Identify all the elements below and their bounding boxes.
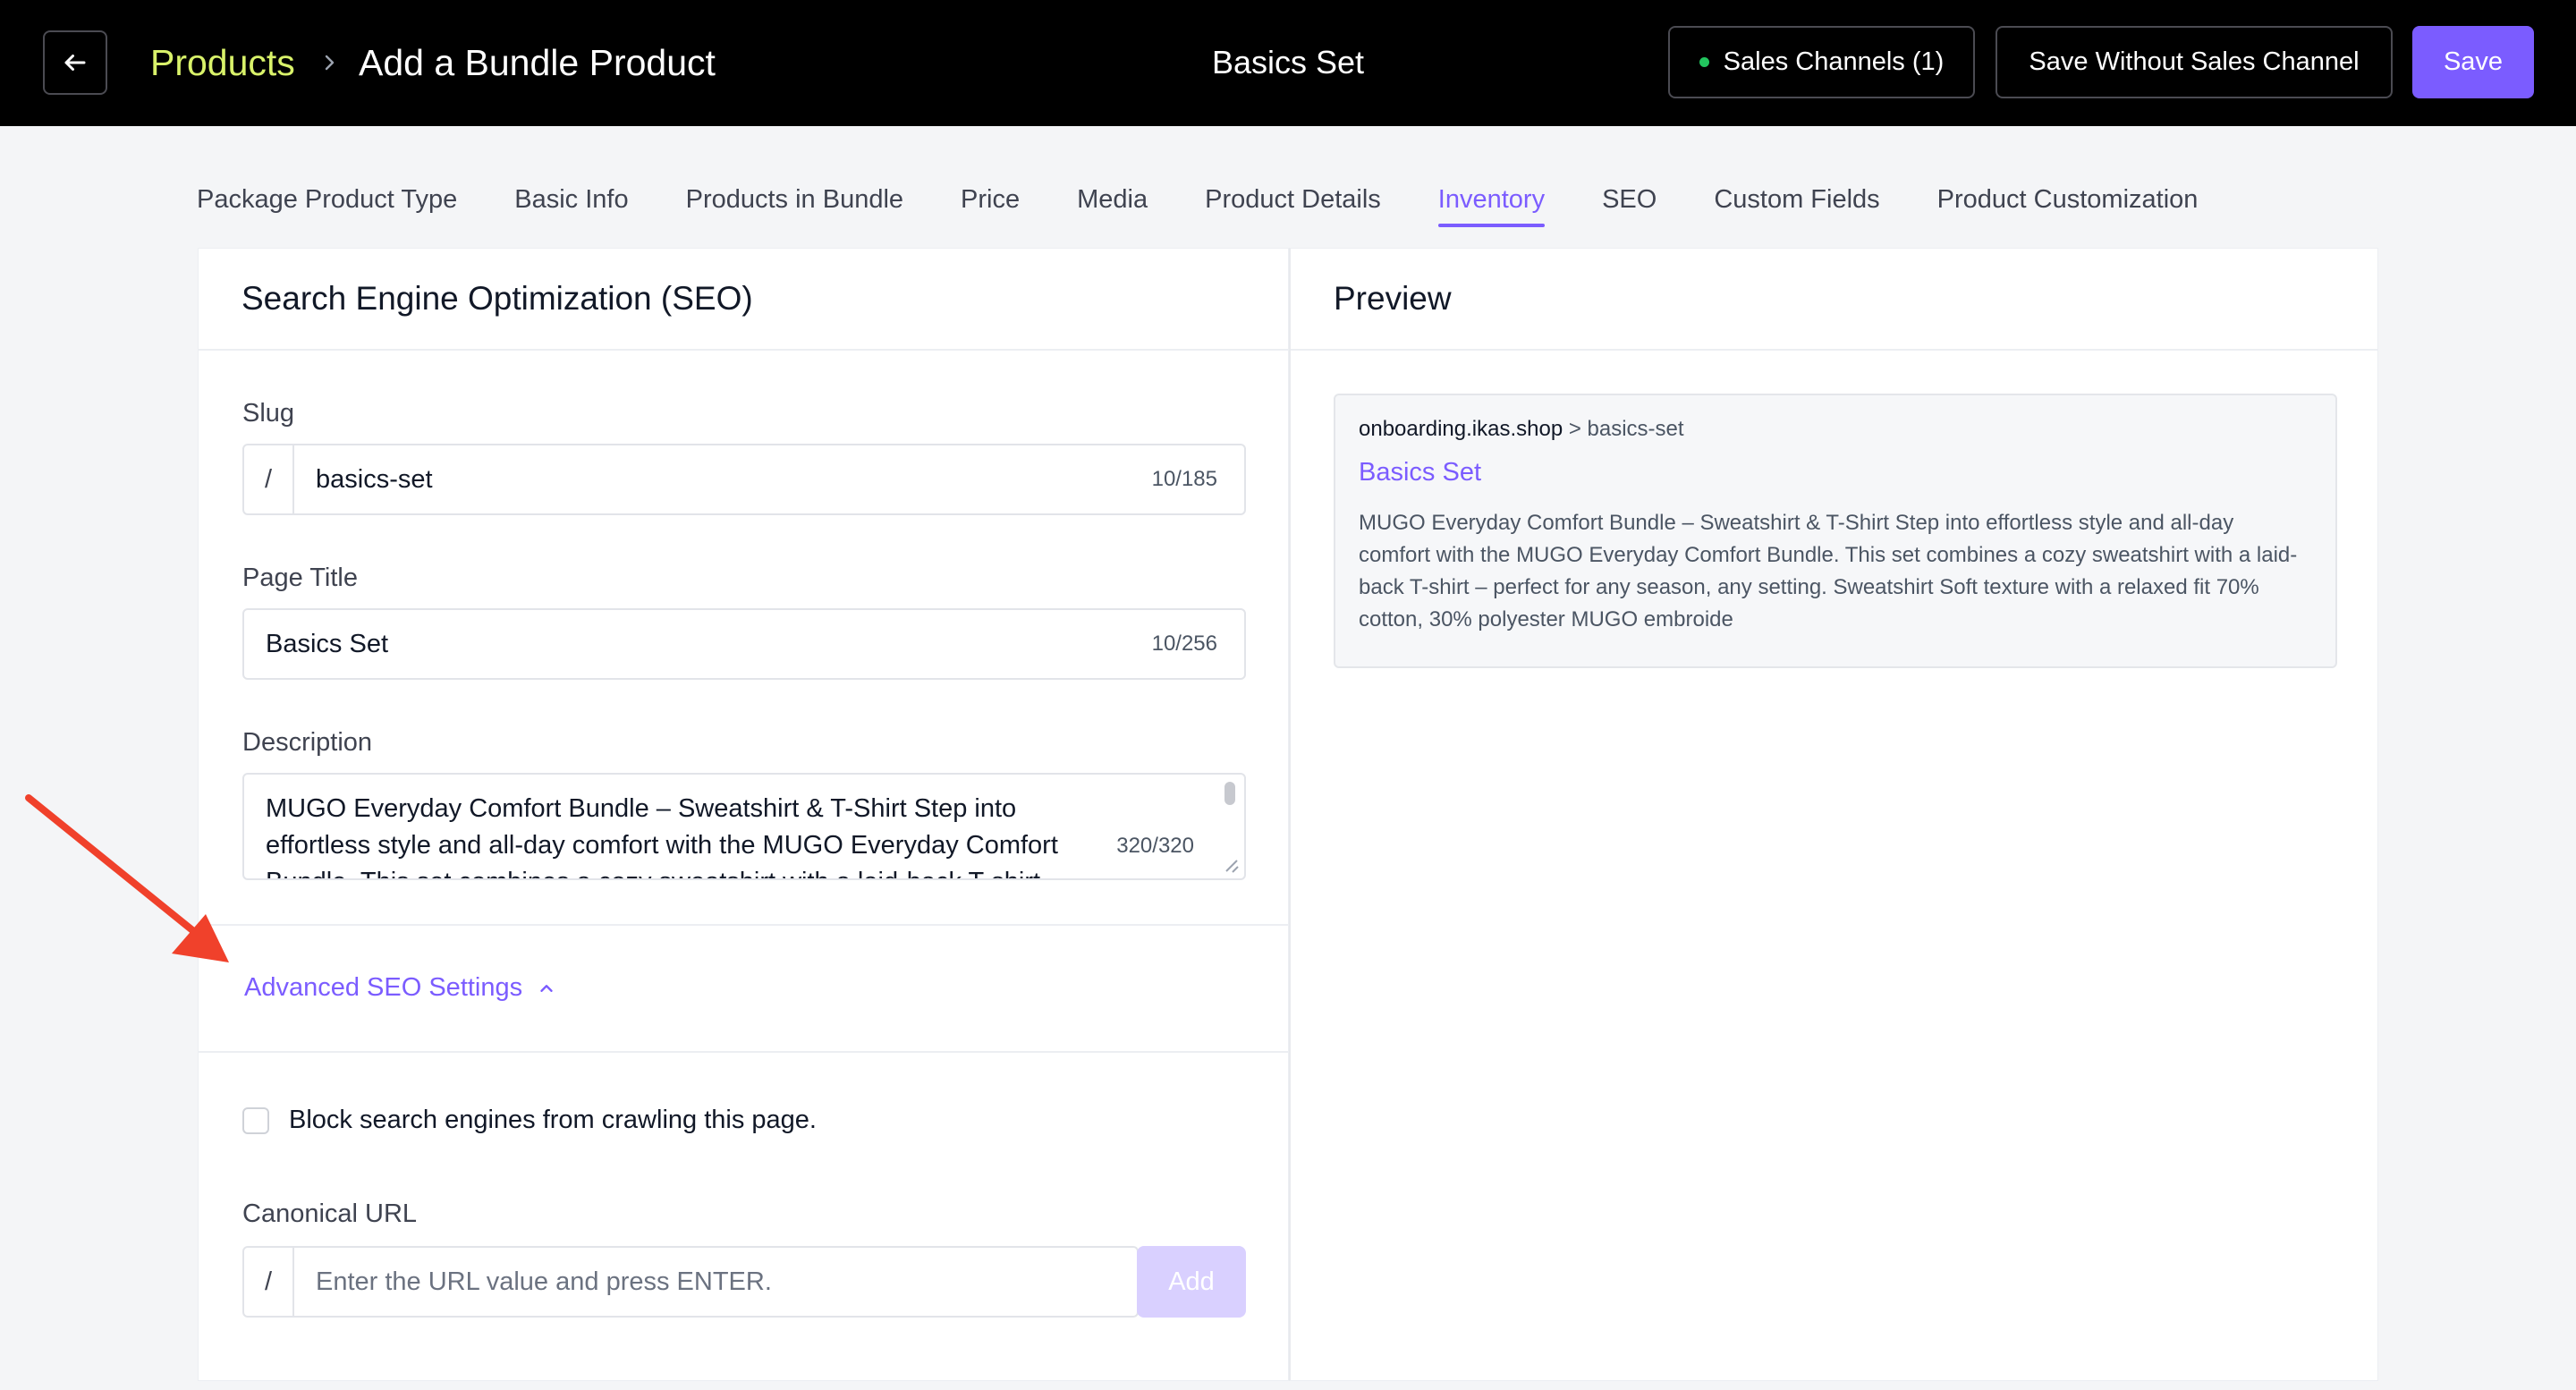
add-canonical-button[interactable]: Add: [1137, 1246, 1246, 1318]
canonical-url-input[interactable]: / Enter the URL value and press ENTER.: [242, 1246, 1139, 1318]
chevron-up-icon: [540, 984, 553, 992]
sales-channels-label: Sales Channels (1): [1723, 47, 1945, 76]
textarea-scrollbar[interactable]: [1224, 782, 1235, 805]
preview-domain: onboarding.ikas.shop: [1359, 417, 1563, 441]
chevron-right-icon: [325, 55, 335, 71]
description-textarea[interactable]: MUGO Everyday Comfort Bundle – Sweatshir…: [242, 773, 1246, 880]
resize-handle-icon[interactable]: [1214, 848, 1244, 878]
search-result-preview: onboarding.ikas.shop > basics-set Basics…: [1334, 394, 2337, 668]
save-label: Save: [2443, 47, 2504, 76]
section-tabs: Package Product Type Basic Info Products…: [197, 177, 2255, 231]
breadcrumb-current: Add a Bundle Product: [359, 42, 716, 83]
sales-channels-button[interactable]: Sales Channels (1): [1668, 26, 1975, 98]
slug-prefix: /: [244, 445, 294, 513]
canonical-url-label: Canonical URL: [242, 1199, 418, 1228]
top-bar: Products Add a Bundle Product Basics Set…: [0, 0, 2576, 126]
page-title-input[interactable]: Basics Set 10/256: [242, 608, 1246, 680]
arrow-left-icon: [64, 55, 86, 71]
canonical-url-placeholder: Enter the URL value and press ENTER.: [316, 1267, 772, 1296]
tab-package-product-type[interactable]: Package Product Type: [197, 177, 457, 227]
tab-media[interactable]: Media: [1077, 177, 1148, 227]
tab-product-details[interactable]: Product Details: [1205, 177, 1381, 227]
tab-basic-info[interactable]: Basic Info: [514, 177, 628, 227]
save-without-sales-channel-button[interactable]: Save Without Sales Channel: [1996, 26, 2393, 98]
slug-value: basics-set: [316, 464, 433, 494]
tab-custom-fields[interactable]: Custom Fields: [1714, 177, 1879, 227]
preview-url-separator: >: [1568, 417, 1581, 441]
advanced-seo-settings-toggle[interactable]: Advanced SEO Settings: [244, 973, 556, 1003]
block-crawl-checkbox[interactable]: [242, 1106, 269, 1134]
save-without-label: Save Without Sales Channel: [2029, 47, 2360, 76]
description-label: Description: [242, 728, 373, 757]
preview-slug: basics-set: [1587, 417, 1684, 441]
tab-seo[interactable]: SEO: [1602, 177, 1657, 227]
slug-char-count: 10/185: [1151, 467, 1217, 491]
tab-price[interactable]: Price: [961, 177, 1020, 227]
slug-label: Slug: [242, 399, 295, 428]
advanced-seo-label: Advanced SEO Settings: [244, 973, 523, 1002]
block-crawl-label[interactable]: Block search engines from crawling this …: [289, 1106, 817, 1135]
block-crawl-row: Block search engines from crawling this …: [242, 1106, 817, 1135]
tab-products-in-bundle[interactable]: Products in Bundle: [686, 177, 903, 227]
seo-card: Search Engine Optimization (SEO) Slug / …: [198, 248, 1289, 1381]
page-title-label: Page Title: [242, 564, 358, 592]
preview-description: MUGO Everyday Comfort Bundle – Sweatshir…: [1359, 511, 2298, 631]
preview-url: onboarding.ikas.shop > basics-set: [1359, 417, 2314, 442]
seo-section-title: Search Engine Optimization (SEO): [199, 249, 1288, 351]
tab-product-customization[interactable]: Product Customization: [1937, 177, 2199, 227]
divider: [199, 1051, 1288, 1053]
save-button[interactable]: Save: [2412, 26, 2534, 98]
description-value: MUGO Everyday Comfort Bundle – Sweatshir…: [266, 794, 1058, 878]
breadcrumb-products-link[interactable]: Products: [150, 39, 295, 86]
preview-card: Preview onboarding.ikas.shop > basics-se…: [1289, 248, 2378, 1381]
add-label: Add: [1168, 1267, 1215, 1296]
status-dot-icon: [1699, 57, 1709, 67]
tab-inventory[interactable]: Inventory: [1437, 177, 1546, 227]
page-title-value: Basics Set: [266, 629, 388, 658]
slug-input[interactable]: / basics-set 10/185: [242, 444, 1246, 515]
divider: [199, 924, 1288, 926]
description-char-count: 320/320: [1109, 834, 1194, 859]
back-button[interactable]: [43, 30, 107, 95]
canonical-prefix: /: [244, 1248, 294, 1316]
product-title: Basics Set: [1211, 44, 1365, 81]
preview-title: Preview: [1291, 249, 2377, 351]
page-title-char-count: 10/256: [1151, 631, 1217, 656]
preview-page-title: Basics Set: [1359, 458, 1481, 487]
